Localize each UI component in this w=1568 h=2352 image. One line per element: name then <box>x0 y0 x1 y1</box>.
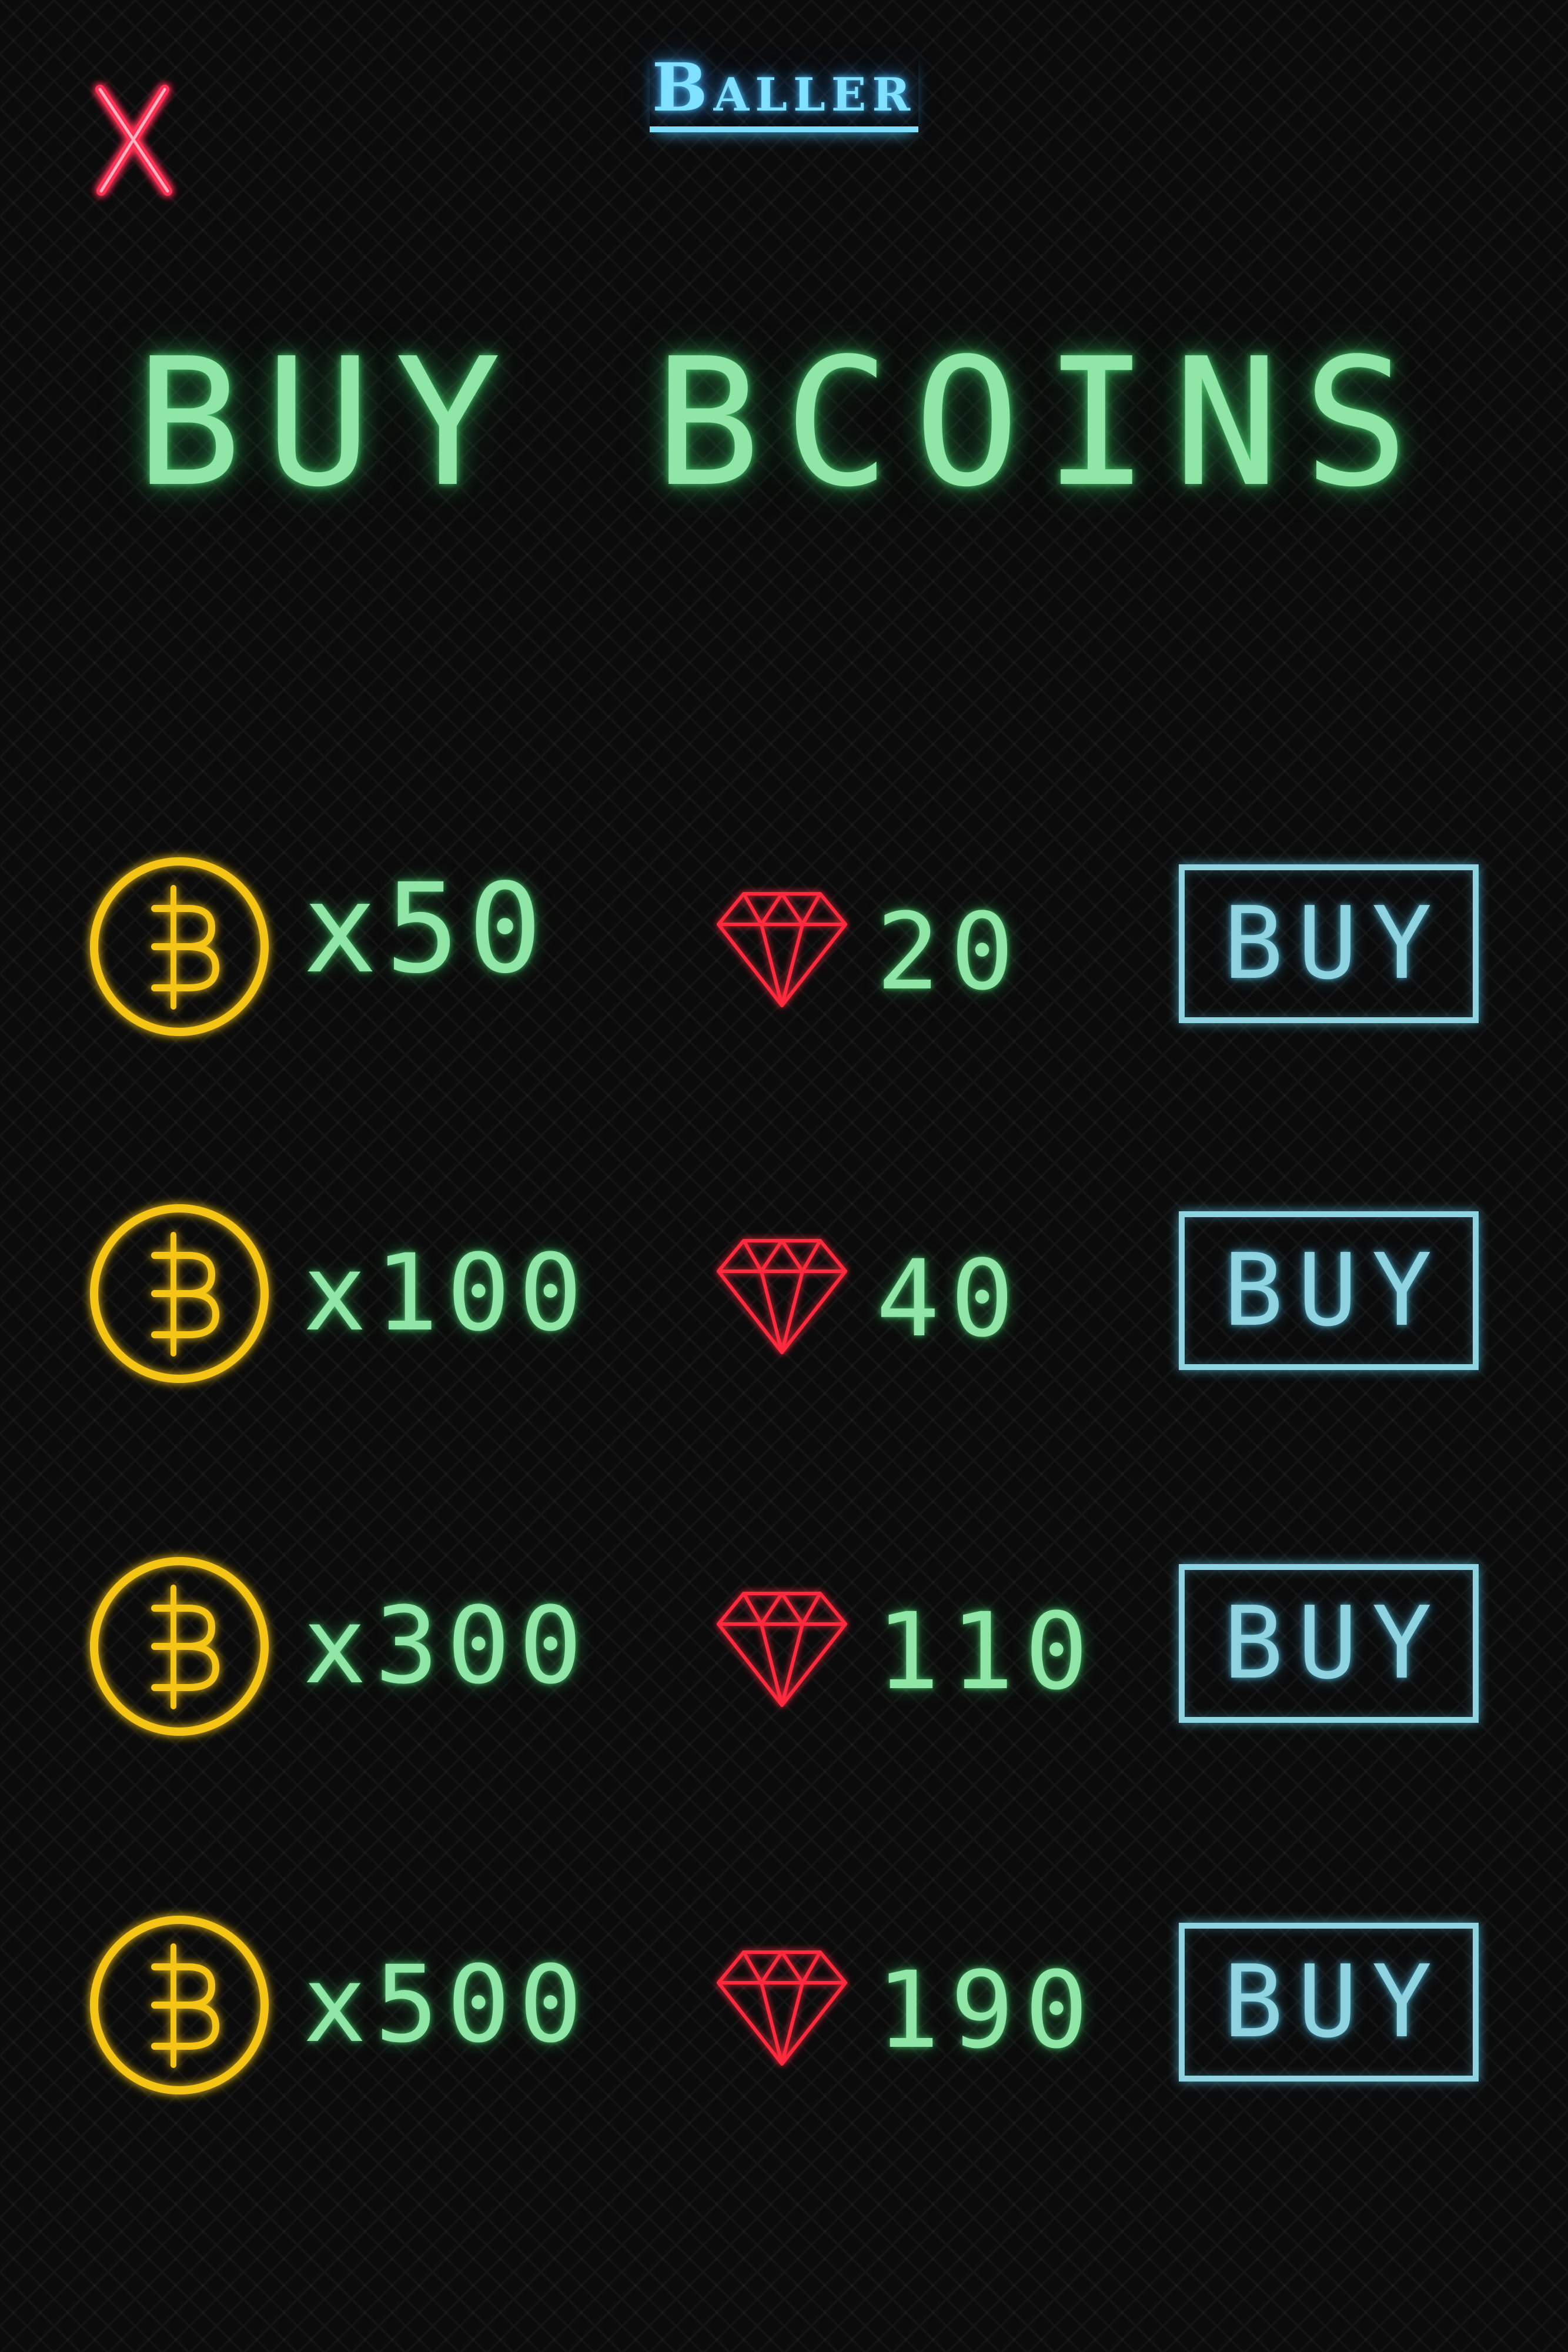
ruby-gem-icon <box>711 1946 852 2070</box>
coin-amount: x300 <box>303 1585 591 1708</box>
offer-row: x50 20 BUY <box>0 853 1568 1041</box>
gem-price: 190 <box>876 1949 1099 2072</box>
buy-button[interactable]: BUY <box>1179 864 1479 1023</box>
coin-amount: x50 <box>303 857 551 1001</box>
offer-row: x300 110 BUY <box>0 1552 1568 1740</box>
bitcoin-coin-icon <box>85 1200 273 1388</box>
offer-row: x500 190 BUY <box>0 1911 1568 2099</box>
ruby-gem-icon <box>711 1235 852 1358</box>
bitcoin-coin-icon <box>85 1911 273 2099</box>
gem-price: 20 <box>876 891 1025 1014</box>
buy-button[interactable]: BUY <box>1179 1211 1479 1370</box>
offer-row: x100 40 BUY <box>0 1200 1568 1388</box>
brand-name: Baller <box>649 50 919 132</box>
gem-price: 40 <box>876 1238 1025 1361</box>
buy-button[interactable]: BUY <box>1179 1564 1479 1723</box>
shop-screen: Baller BUY BCOINS x50 20 BUY x100 40 BUY… <box>0 0 1568 2352</box>
ruby-gem-icon <box>711 1588 852 1711</box>
coin-amount: x100 <box>303 1232 591 1355</box>
page-title: BUY BCOINS <box>135 320 1433 526</box>
brand-logo: Baller <box>0 35 1568 141</box>
gem-price: 110 <box>876 1591 1099 1713</box>
bitcoin-coin-icon <box>85 1552 273 1740</box>
buy-button[interactable]: BUY <box>1179 1923 1479 2082</box>
coin-amount: x500 <box>303 1943 591 2066</box>
ruby-gem-icon <box>711 888 852 1011</box>
bitcoin-coin-icon <box>85 853 273 1041</box>
